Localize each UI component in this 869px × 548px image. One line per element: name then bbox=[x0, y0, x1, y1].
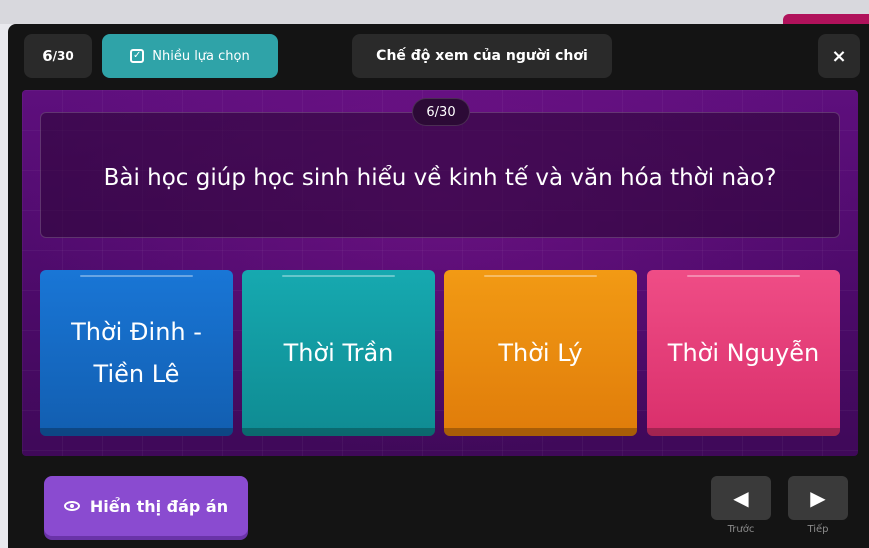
question-stage: Bài học giúp học sinh hiểu về kinh tế và… bbox=[22, 90, 858, 456]
player-view-mode-badge: Chế độ xem của người chơi bbox=[352, 34, 612, 78]
background-app-bar bbox=[0, 0, 869, 24]
close-button[interactable]: × bbox=[818, 34, 860, 78]
eye-icon bbox=[63, 501, 80, 511]
question-box: Bài học giúp học sinh hiểu về kinh tế và… bbox=[40, 112, 840, 238]
previous-button[interactable]: ◀ bbox=[711, 476, 771, 520]
mode-label: Chế độ xem của người chơi bbox=[376, 48, 588, 64]
question-counter: 6/30 bbox=[24, 34, 92, 78]
answer-label: Thời Nguyễn bbox=[667, 339, 820, 367]
checkbox-icon: ✓ bbox=[130, 49, 145, 63]
question-type-label: Nhiều lựa chọn bbox=[152, 48, 250, 64]
answer-option-3[interactable]: Thời Lý bbox=[444, 270, 637, 436]
answer-option-2[interactable]: Thời Trần bbox=[242, 270, 435, 436]
next-button[interactable]: ▶ bbox=[788, 476, 848, 520]
question-type-badge: ✓ Nhiều lựa chọn bbox=[102, 34, 278, 78]
question-total: /30 bbox=[52, 49, 74, 63]
show-answer-label: Hiển thị đáp án bbox=[89, 496, 229, 516]
previous-label: Trước bbox=[727, 524, 755, 535]
triangle-left-icon: ◀ bbox=[733, 486, 749, 510]
question-count: 6 bbox=[42, 47, 53, 65]
answer-label: Thời Lý bbox=[498, 339, 583, 367]
triangle-right-icon: ▶ bbox=[810, 486, 826, 510]
close-icon: × bbox=[831, 45, 847, 67]
progress-chip: 6/30 bbox=[412, 98, 470, 126]
next-label: Tiếp bbox=[807, 524, 829, 535]
answer-label: Thời Đinh - Tiền Lê bbox=[71, 318, 202, 388]
show-answer-button[interactable]: Hiển thị đáp án bbox=[44, 476, 248, 536]
answer-option-4[interactable]: Thời Nguyễn bbox=[647, 270, 840, 436]
answer-label: Thời Trần bbox=[283, 339, 394, 367]
answer-option-1[interactable]: Thời Đinh - Tiền Lê bbox=[40, 270, 233, 436]
question-text: Bài học giúp học sinh hiểu về kinh tế và… bbox=[103, 165, 777, 191]
